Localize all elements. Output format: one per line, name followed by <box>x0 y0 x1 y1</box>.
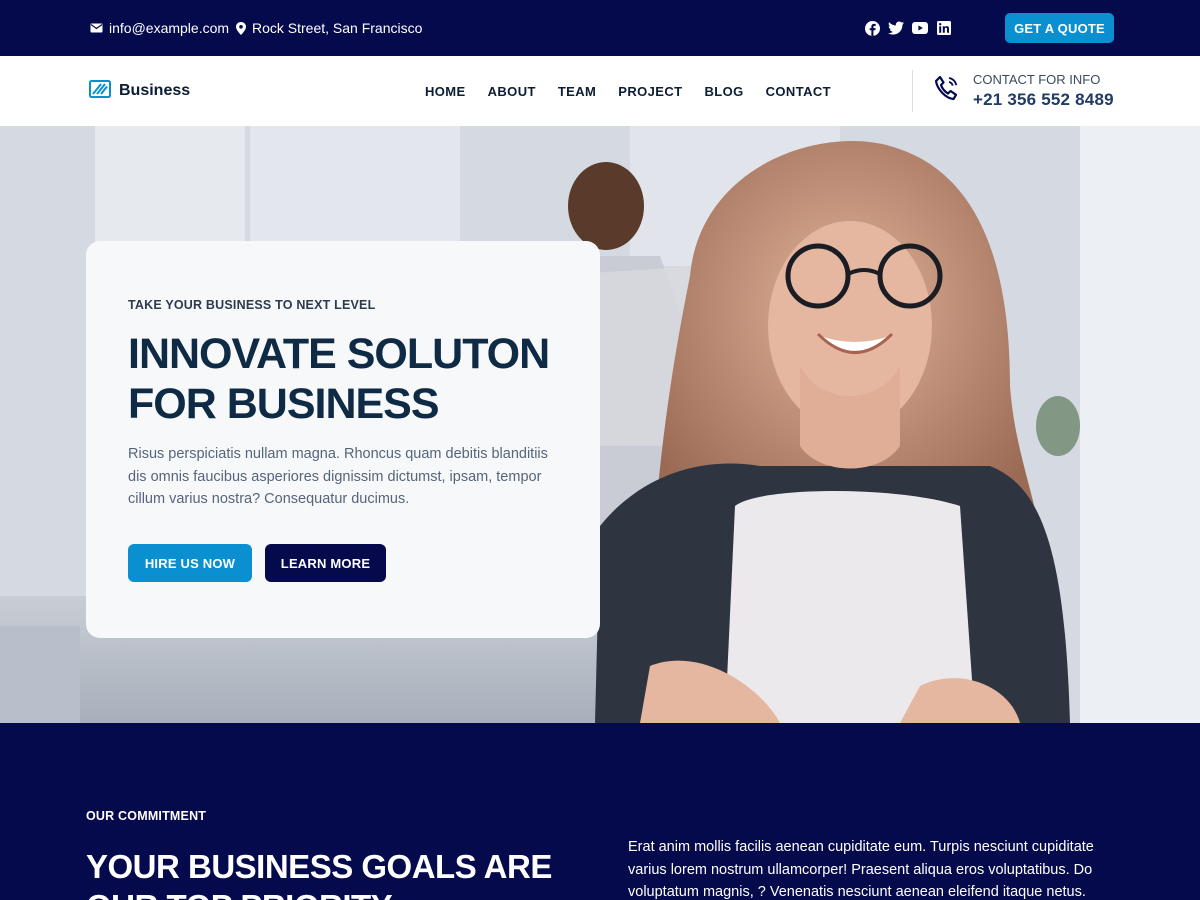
nav-item-about[interactable]: ABOUT <box>488 84 536 99</box>
address-text: Rock Street, San Francisco <box>252 20 423 36</box>
nav-item-team[interactable]: TEAM <box>558 84 596 99</box>
nav-item-contact[interactable]: CONTACT <box>766 84 831 99</box>
contact-phone[interactable]: +21 356 552 8489 <box>973 90 1114 110</box>
youtube-icon[interactable] <box>912 19 928 37</box>
commitment-paragraph: Erat anim mollis facilis aenean cupidita… <box>628 839 1094 900</box>
hero-kicker: TAKE YOUR BUSINESS TO NEXT LEVEL <box>128 298 376 312</box>
nav-item-project[interactable]: PROJECT <box>618 84 682 99</box>
topbar-email[interactable]: info@example.com <box>90 0 229 56</box>
phone-icon <box>934 75 960 108</box>
mail-icon <box>90 23 103 33</box>
nav-item-home[interactable]: HOME <box>425 84 466 99</box>
top-bar: info@example.com Rock Street, San Franci… <box>0 0 1200 56</box>
header-divider <box>912 70 913 112</box>
hero-description: Risus perspiciatis nullam magna. Rhoncus… <box>128 446 548 507</box>
get-a-quote-button[interactable]: GET A QUOTE <box>1005 13 1114 43</box>
twitter-icon[interactable] <box>888 19 904 37</box>
social-links <box>864 19 952 37</box>
commitment-eyebrow: OUR COMMITMENT <box>86 809 207 823</box>
logo-icon <box>89 79 111 103</box>
main-navigation: HOME ABOUT TEAM PROJECT BLOG CONTACT <box>425 56 831 126</box>
hero-title: INNOVATE SOLUTON FOR BUSINESS <box>128 330 550 428</box>
nav-item-blog[interactable]: BLOG <box>704 84 743 99</box>
email-text[interactable]: info@example.com <box>109 20 229 36</box>
brand-name: Business <box>119 82 191 99</box>
site-logo[interactable]: Business <box>89 56 190 126</box>
contact-label: CONTACT FOR INFO <box>973 72 1101 87</box>
map-pin-icon <box>236 21 246 35</box>
topbar-address: Rock Street, San Francisco <box>236 0 422 56</box>
hero-card: TAKE YOUR BUSINESS TO NEXT LEVEL INNOVAT… <box>86 241 600 638</box>
linkedin-icon[interactable] <box>936 19 952 37</box>
hire-us-now-button[interactable]: HIRE US NOW <box>128 544 252 582</box>
commitment-heading: YOUR BUSINESS GOALS ARE OUR TOP PRIORITY <box>86 848 552 900</box>
hero-section: TAKE YOUR BUSINESS TO NEXT LEVEL INNOVAT… <box>0 126 1200 723</box>
header-contact: CONTACT FOR INFO +21 356 552 8489 <box>934 56 1114 126</box>
commitment-section: OUR COMMITMENT YOUR BUSINESS GOALS ARE O… <box>0 723 1200 900</box>
facebook-icon[interactable] <box>864 19 880 37</box>
learn-more-button[interactable]: LEARN MORE <box>265 544 386 582</box>
main-header: Business HOME ABOUT TEAM PROJECT BLOG CO… <box>0 56 1200 126</box>
